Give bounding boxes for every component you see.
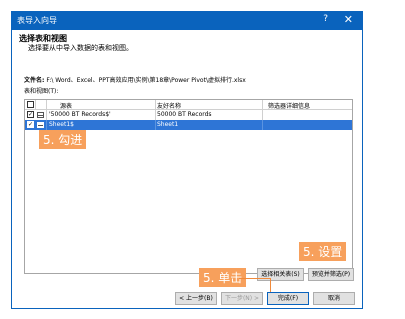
help-icon[interactable]: ?	[323, 14, 328, 24]
friendly-name-cell[interactable]: 50000 BT Records	[157, 111, 212, 118]
select-all-checkbox[interactable]	[27, 101, 34, 108]
file-name-line: 文件名: F:\ Word、Excel、PPT高效应用\实例\第18章\Powe…	[24, 75, 246, 84]
annotation-settings: 5. 设置	[299, 242, 347, 261]
table-import-wizard-dialog: 表导入向导 ? ✕ 选择表和视图 选择要从中导入数据的表和视图。 文件名: F:…	[11, 11, 363, 309]
tables-views-label: 表和视图(T):	[24, 88, 59, 95]
column-header-source[interactable]: 源表	[60, 101, 72, 110]
finish-button[interactable]: 完成(F)	[267, 292, 309, 305]
file-path: F:\ Word、Excel、PPT高效应用\实例\第18章\Power Piv…	[46, 77, 246, 84]
section-description: 选择要从中导入数据的表和视图。	[28, 44, 133, 52]
close-icon[interactable]: ✕	[344, 13, 353, 26]
friendly-name-cell[interactable]: Sheet1	[157, 121, 178, 128]
window-title: 表导入向导	[17, 16, 57, 25]
next-button[interactable]: 下一步(N) >	[221, 292, 263, 305]
file-name-label: 文件名:	[24, 77, 45, 84]
column-header-friendly-name[interactable]: 友好名称	[157, 101, 181, 110]
select-related-tables-button[interactable]: 选择相关表(S)	[257, 268, 304, 281]
row-checkbox[interactable]: ✓	[27, 121, 34, 128]
back-button[interactable]: < 上一步(B)	[175, 292, 217, 305]
column-header-filter-details[interactable]: 筛选器详细信息	[268, 101, 310, 110]
source-table-cell: '50000 BT Records$'	[49, 111, 111, 118]
title-bar: 表导入向导 ? ✕	[12, 12, 362, 30]
table-row[interactable]: ✓ '50000 BT Records$' 50000 BT Records	[25, 110, 352, 120]
annotation-pointer-line	[270, 278, 271, 292]
cancel-button[interactable]: 取消	[313, 292, 355, 305]
grid-header: 源表 友好名称 筛选器详细信息	[25, 100, 352, 110]
annotation-check: 5. 勾进	[39, 130, 87, 149]
annotation-pointer-line	[239, 278, 270, 279]
table-icon	[37, 112, 44, 118]
table-row-selected[interactable]: ✓ Sheet1$ Sheet1	[25, 120, 352, 130]
row-checkbox[interactable]: ✓	[27, 111, 34, 118]
table-icon	[37, 122, 44, 128]
preview-filter-button[interactable]: 预览并筛选(P)	[308, 268, 354, 281]
source-table-cell: Sheet1$	[49, 121, 74, 128]
